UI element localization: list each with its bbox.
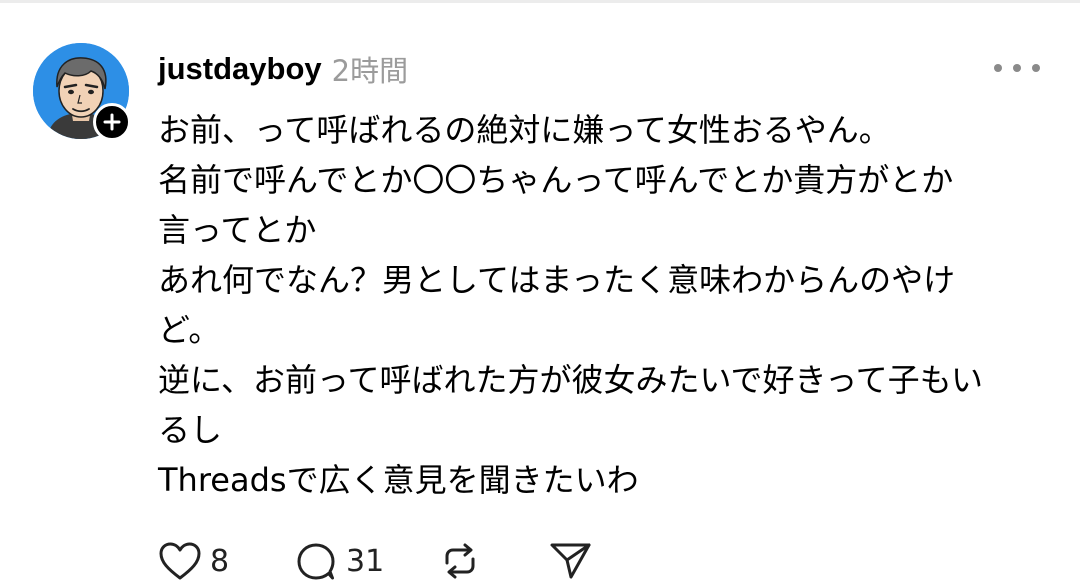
more-button[interactable] <box>994 55 1040 81</box>
post-text-line: Threadsで広く意見を聞きたいわ <box>158 461 639 499</box>
more-icon-dot <box>1013 64 1021 72</box>
post-text-line: お前、って呼ばれるの絶対に嫌って女性おるやん。 <box>158 111 891 149</box>
plus-icon <box>103 113 121 131</box>
post-text-line: 名前で呼んでとか〇〇ちゃんって呼んでとか貴方がとか <box>158 161 954 199</box>
post-text-line: あれ何でなん？男としてはまったく意味わからんのやけ <box>158 261 956 299</box>
follow-button[interactable] <box>93 103 131 141</box>
comment-count: 31 <box>346 543 385 579</box>
post-body: お前、って呼ばれるの絶対に嫌って女性おるやん。 名前で呼んでとか〇〇ちゃんって呼… <box>158 105 1058 505</box>
avatar-container[interactable] <box>33 43 133 143</box>
repost-button[interactable] <box>438 540 548 582</box>
top-divider <box>0 0 1080 3</box>
share-button[interactable] <box>548 540 594 582</box>
action-bar: 8 31 <box>158 538 594 584</box>
post-text-line: るし <box>158 411 223 449</box>
post-text-line: 逆に、お前って呼ばれた方が彼女みたいで好きって子もい <box>158 361 983 399</box>
like-count: 8 <box>210 543 230 579</box>
post-header: justdayboy 2時間 <box>158 47 408 91</box>
heart-icon <box>159 542 201 580</box>
timestamp[interactable]: 2時間 <box>332 48 408 90</box>
repost-icon <box>445 543 475 579</box>
username[interactable]: justdayboy <box>158 51 322 87</box>
more-icon-dot <box>994 64 1002 72</box>
send-icon <box>550 543 591 579</box>
post-text-line: 言ってとか <box>158 211 317 249</box>
comment-bubble-icon <box>297 543 335 580</box>
post-text-line: ど。 <box>158 311 221 349</box>
more-icon-dot <box>1032 64 1040 72</box>
comment-button[interactable]: 31 <box>294 540 438 582</box>
like-button[interactable]: 8 <box>158 541 294 581</box>
